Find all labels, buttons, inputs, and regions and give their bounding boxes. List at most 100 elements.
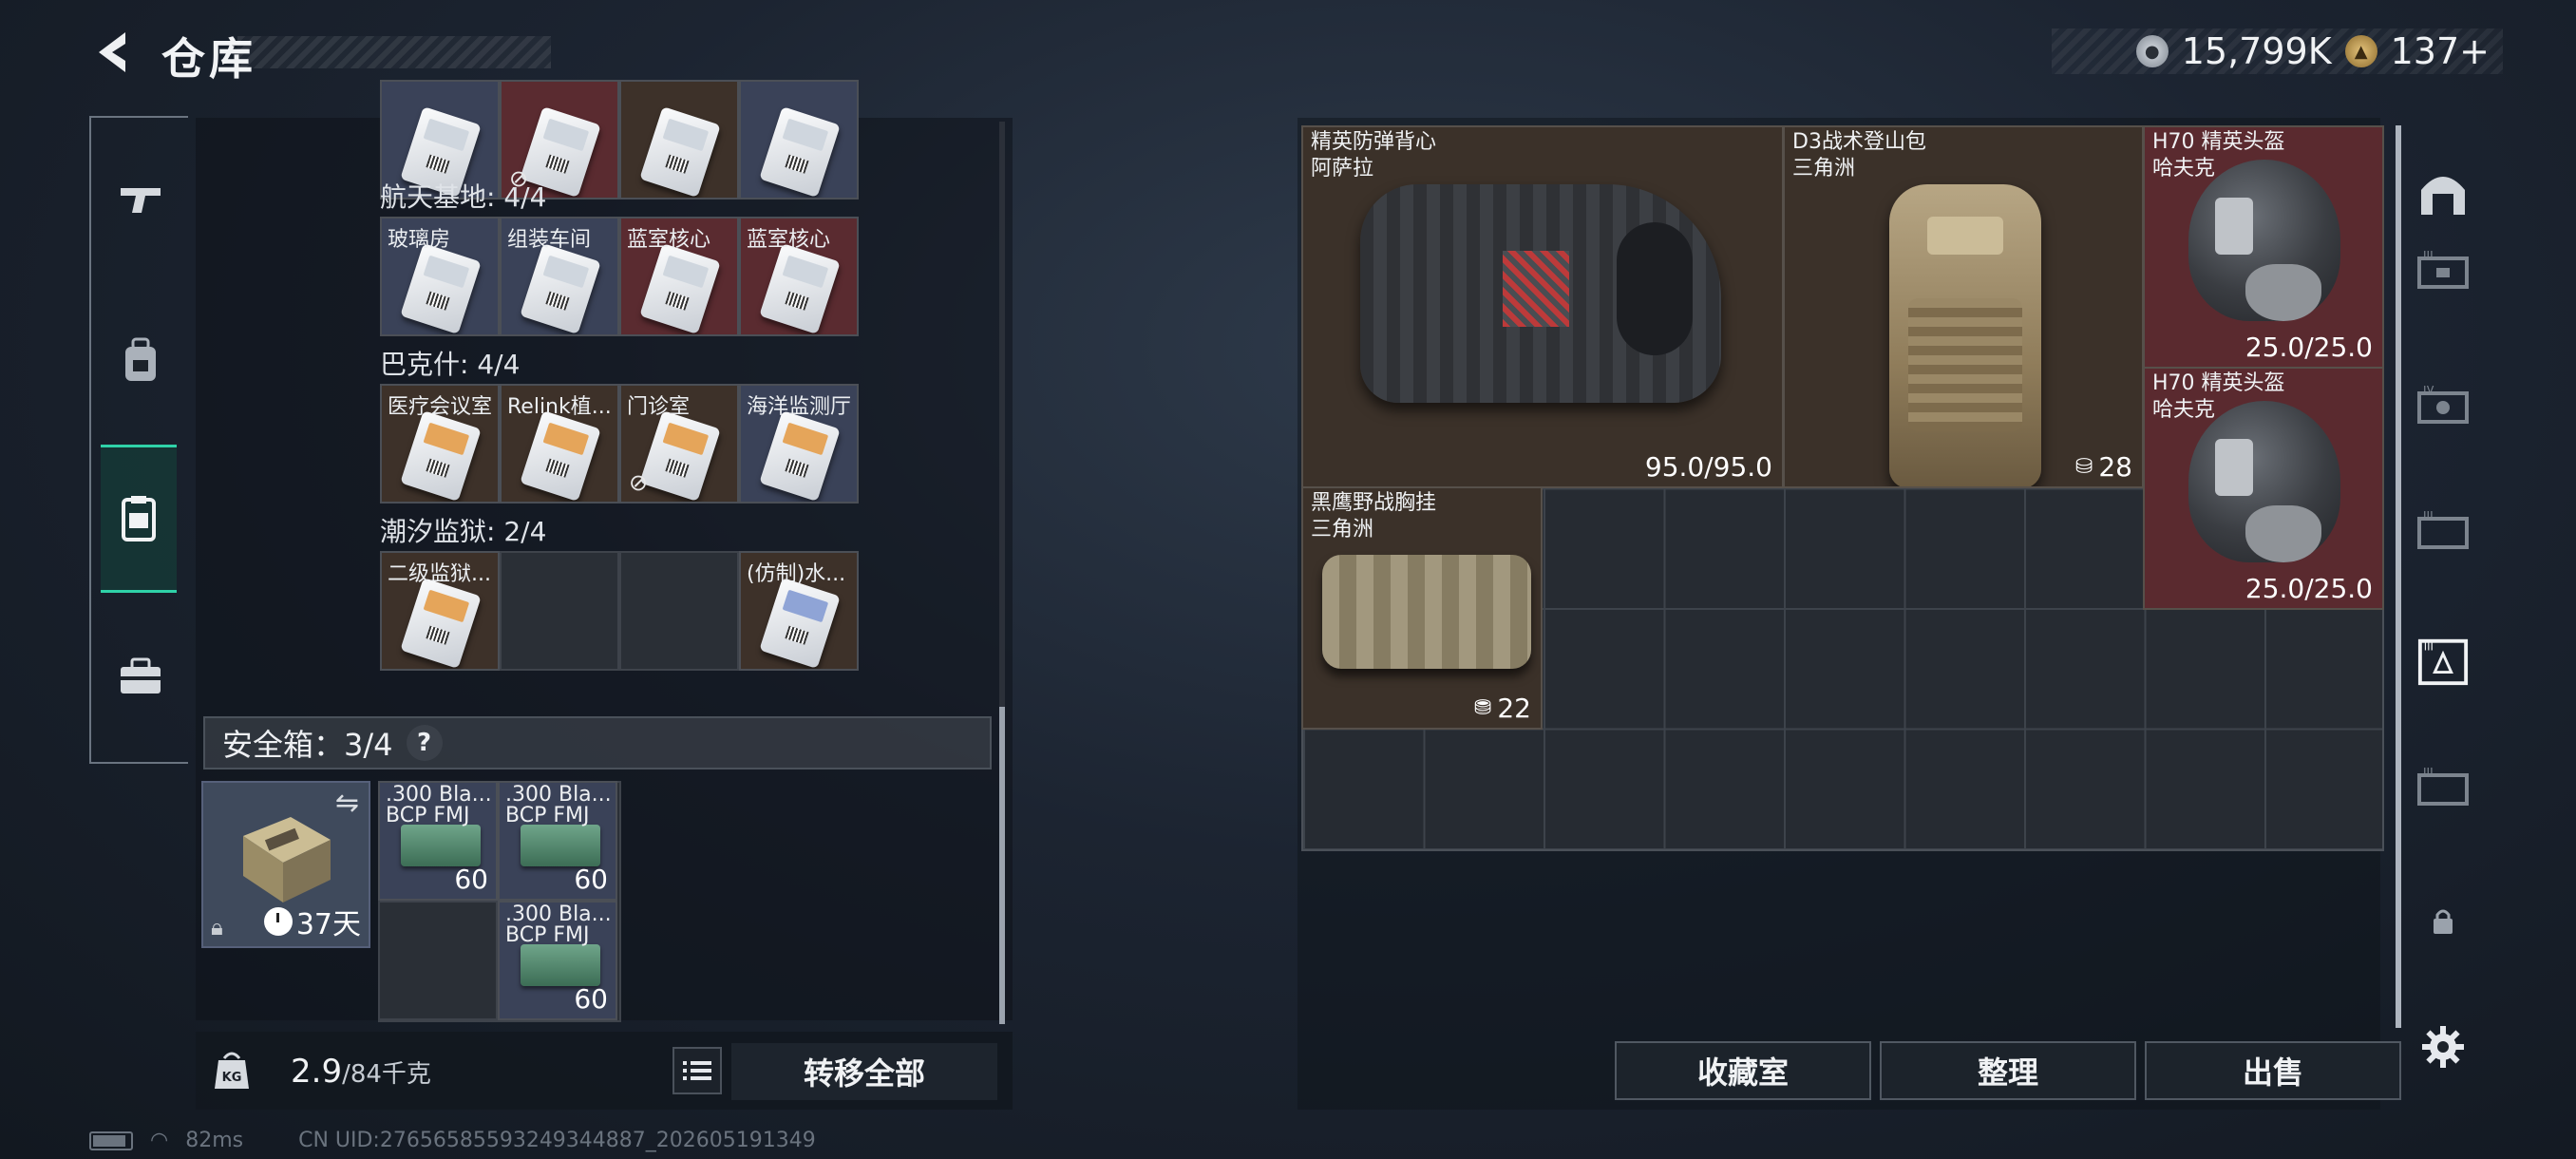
svg-text:III: III xyxy=(2423,768,2434,778)
sell-button[interactable]: 出售 xyxy=(2145,1041,2401,1100)
durability-value: 25.0/25.0 xyxy=(2245,332,2373,363)
keycard-slot[interactable]: 蓝室核心 xyxy=(739,217,859,336)
durability: 25.0/25.0 xyxy=(2245,573,2373,604)
helmet-image xyxy=(2188,401,2340,562)
keycard-slot[interactable]: Relink植... xyxy=(500,384,619,504)
collection-room-button[interactable]: 收藏室 xyxy=(1615,1041,1871,1100)
battery-icon xyxy=(89,1130,133,1150)
uid-text: CN UID:27656585593249344887_202605191349 xyxy=(298,1129,816,1152)
item-name: 玻璃房 xyxy=(388,228,451,252)
safe-box-header: 安全箱：3/4 ? xyxy=(203,716,992,770)
item-name: 海洋监测厅 xyxy=(747,395,852,419)
status-line: ◠ 82ms CN UID:27656585593249344887_20260… xyxy=(89,1129,816,1152)
equipment-helmet-slot[interactable]: H70 精英头盔 哈夫克 25.0/25.0 xyxy=(2143,367,2384,610)
level-3-case-icon[interactable]: III xyxy=(2416,245,2470,302)
gold-currency-value[interactable]: 137+ xyxy=(2391,30,2490,72)
vest-image xyxy=(1360,184,1721,403)
weight-value: 2.9 xyxy=(291,1053,343,1091)
sort-button[interactable]: 整理 xyxy=(1880,1041,2136,1100)
list-view-button[interactable] xyxy=(672,1047,722,1094)
weight-readout: 2.9/84千克 xyxy=(291,1053,431,1091)
keycard-slot-partial[interactable] xyxy=(739,80,859,200)
safe-box-duration: 37天 xyxy=(263,901,361,942)
lock-bag-icon: ⛁ xyxy=(2074,455,2093,479)
durability-value: 95.0/95.0 xyxy=(1644,451,1772,483)
arch-icon[interactable] xyxy=(2416,163,2470,220)
keycard-slot[interactable]: 二级监狱... xyxy=(380,551,500,671)
transfer-all-button[interactable]: 转移全部 xyxy=(731,1043,997,1100)
keycard-slot[interactable]: 玻璃房 xyxy=(380,217,500,336)
silver-coin-icon: ● xyxy=(2135,35,2169,67)
empty-slot[interactable] xyxy=(500,551,619,671)
svg-text:IV: IV xyxy=(2423,386,2435,396)
ping-value: 82ms xyxy=(185,1129,244,1152)
back-arrow-icon[interactable] xyxy=(87,27,139,78)
item-name: 医疗会议室 xyxy=(388,395,493,419)
ammo-slot[interactable]: .300 Bla... BCP FMJ 60 xyxy=(498,901,617,1020)
toolbox-icon xyxy=(121,657,161,694)
no-mark-icon: ⊘ xyxy=(629,469,649,496)
level-3-selected-case-icon[interactable]: III xyxy=(2416,633,2470,690)
storage-scrollbar-thumb[interactable] xyxy=(999,707,1005,1024)
level-3-case-icon[interactable]: III xyxy=(2416,505,2470,562)
page-title: 仓库 xyxy=(161,33,256,85)
capacity: ⛁ 28 xyxy=(2075,451,2132,483)
empty-slot[interactable] xyxy=(378,901,498,1020)
keycard-slot[interactable]: 海洋监测厅 xyxy=(739,384,859,504)
item-name: D3战术登山包 三角洲 xyxy=(1792,130,1926,180)
wifi-icon: ◠ xyxy=(150,1129,169,1152)
nav-keys[interactable] xyxy=(101,445,177,593)
nav-armor[interactable] xyxy=(103,323,179,399)
item-name: H70 精英头盔 哈夫克 xyxy=(2152,130,2285,180)
item-name: Relink植... xyxy=(507,395,612,419)
ammo-slot[interactable]: .300 Bla... BCP FMJ 60 xyxy=(378,781,498,901)
keycard-slot[interactable]: 门诊室 ⊘ xyxy=(619,384,739,504)
item-name: 二级监狱... xyxy=(388,562,491,586)
title-decoration xyxy=(237,36,551,68)
ammo-name: .300 Bla... BCP FMJ xyxy=(505,904,612,946)
durability: 95.0/95.0 xyxy=(1645,451,1772,483)
ammo-count: 60 xyxy=(574,864,608,895)
empty-slot[interactable] xyxy=(619,551,739,671)
keycard-slot[interactable]: 组装车间 xyxy=(500,217,619,336)
weight-capacity: /84千克 xyxy=(342,1060,431,1089)
safe-box-container[interactable]: ⇋ 🔒︎ 37天 xyxy=(201,781,370,948)
item-name: H70 精英头盔 哈夫克 xyxy=(2152,371,2285,422)
equipment-scrollbar-thumb[interactable] xyxy=(2396,125,2401,1028)
gun-icon xyxy=(121,188,161,213)
safe-box-days: 37天 xyxy=(295,908,361,941)
keycard-slot[interactable]: 蓝室核心 xyxy=(619,217,739,336)
capacity-value: 28 xyxy=(2098,451,2132,483)
equipment-vest-slot[interactable]: 精英防弹背心 阿萨拉 95.0/95.0 xyxy=(1301,125,1784,488)
level-4-case-icon[interactable]: IV xyxy=(2416,380,2470,437)
keycard-slot-partial[interactable] xyxy=(619,80,739,200)
svg-text:KG: KG xyxy=(222,1071,242,1085)
help-button[interactable]: ? xyxy=(406,725,443,761)
weight-icon: KG xyxy=(213,1049,251,1091)
nav-weapons[interactable] xyxy=(103,162,179,238)
list-icon xyxy=(683,1061,711,1080)
safe-box-label: 安全箱：3/4 xyxy=(222,727,393,763)
backpack-icon xyxy=(125,337,156,381)
item-name: 蓝室核心 xyxy=(627,228,711,252)
helmet-image xyxy=(2188,160,2340,321)
equipment-helmet-slot[interactable]: H70 精英头盔 哈夫克 25.0/25.0 xyxy=(2143,125,2384,369)
currency-bar: ● 15,799K ▲ 137+ xyxy=(2052,28,2503,74)
silver-currency-value: 15,799K xyxy=(2181,30,2332,72)
capacity: ⛃ 22 xyxy=(1474,693,1531,724)
settings-gear-icon[interactable] xyxy=(2416,1018,2470,1075)
ammo-slot[interactable]: .300 Bla... BCP FMJ 60 xyxy=(498,781,617,901)
swap-icon[interactable]: ⇋ xyxy=(335,787,359,820)
vest-slot-icon: ⛃ xyxy=(1473,696,1492,720)
safe-box-icon xyxy=(243,817,331,902)
keycard-slot[interactable]: 医疗会议室 xyxy=(380,384,500,504)
level-3-case-icon[interactable]: III xyxy=(2416,762,2470,819)
backpack-image xyxy=(1889,184,2041,486)
item-name: (仿制)水... xyxy=(747,562,846,586)
nav-misc[interactable] xyxy=(103,638,179,714)
equipment-backpack-slot[interactable]: D3战术登山包 三角洲 ⛁ 28 xyxy=(1783,125,2144,488)
gold-coin-icon: ▲ xyxy=(2344,35,2377,67)
equipment-rig-slot[interactable]: 黑鹰野战胸挂 三角洲 ⛃ 22 xyxy=(1301,486,1543,730)
ammo-count: 60 xyxy=(454,864,488,895)
keycard-slot[interactable]: (仿制)水... xyxy=(739,551,859,671)
